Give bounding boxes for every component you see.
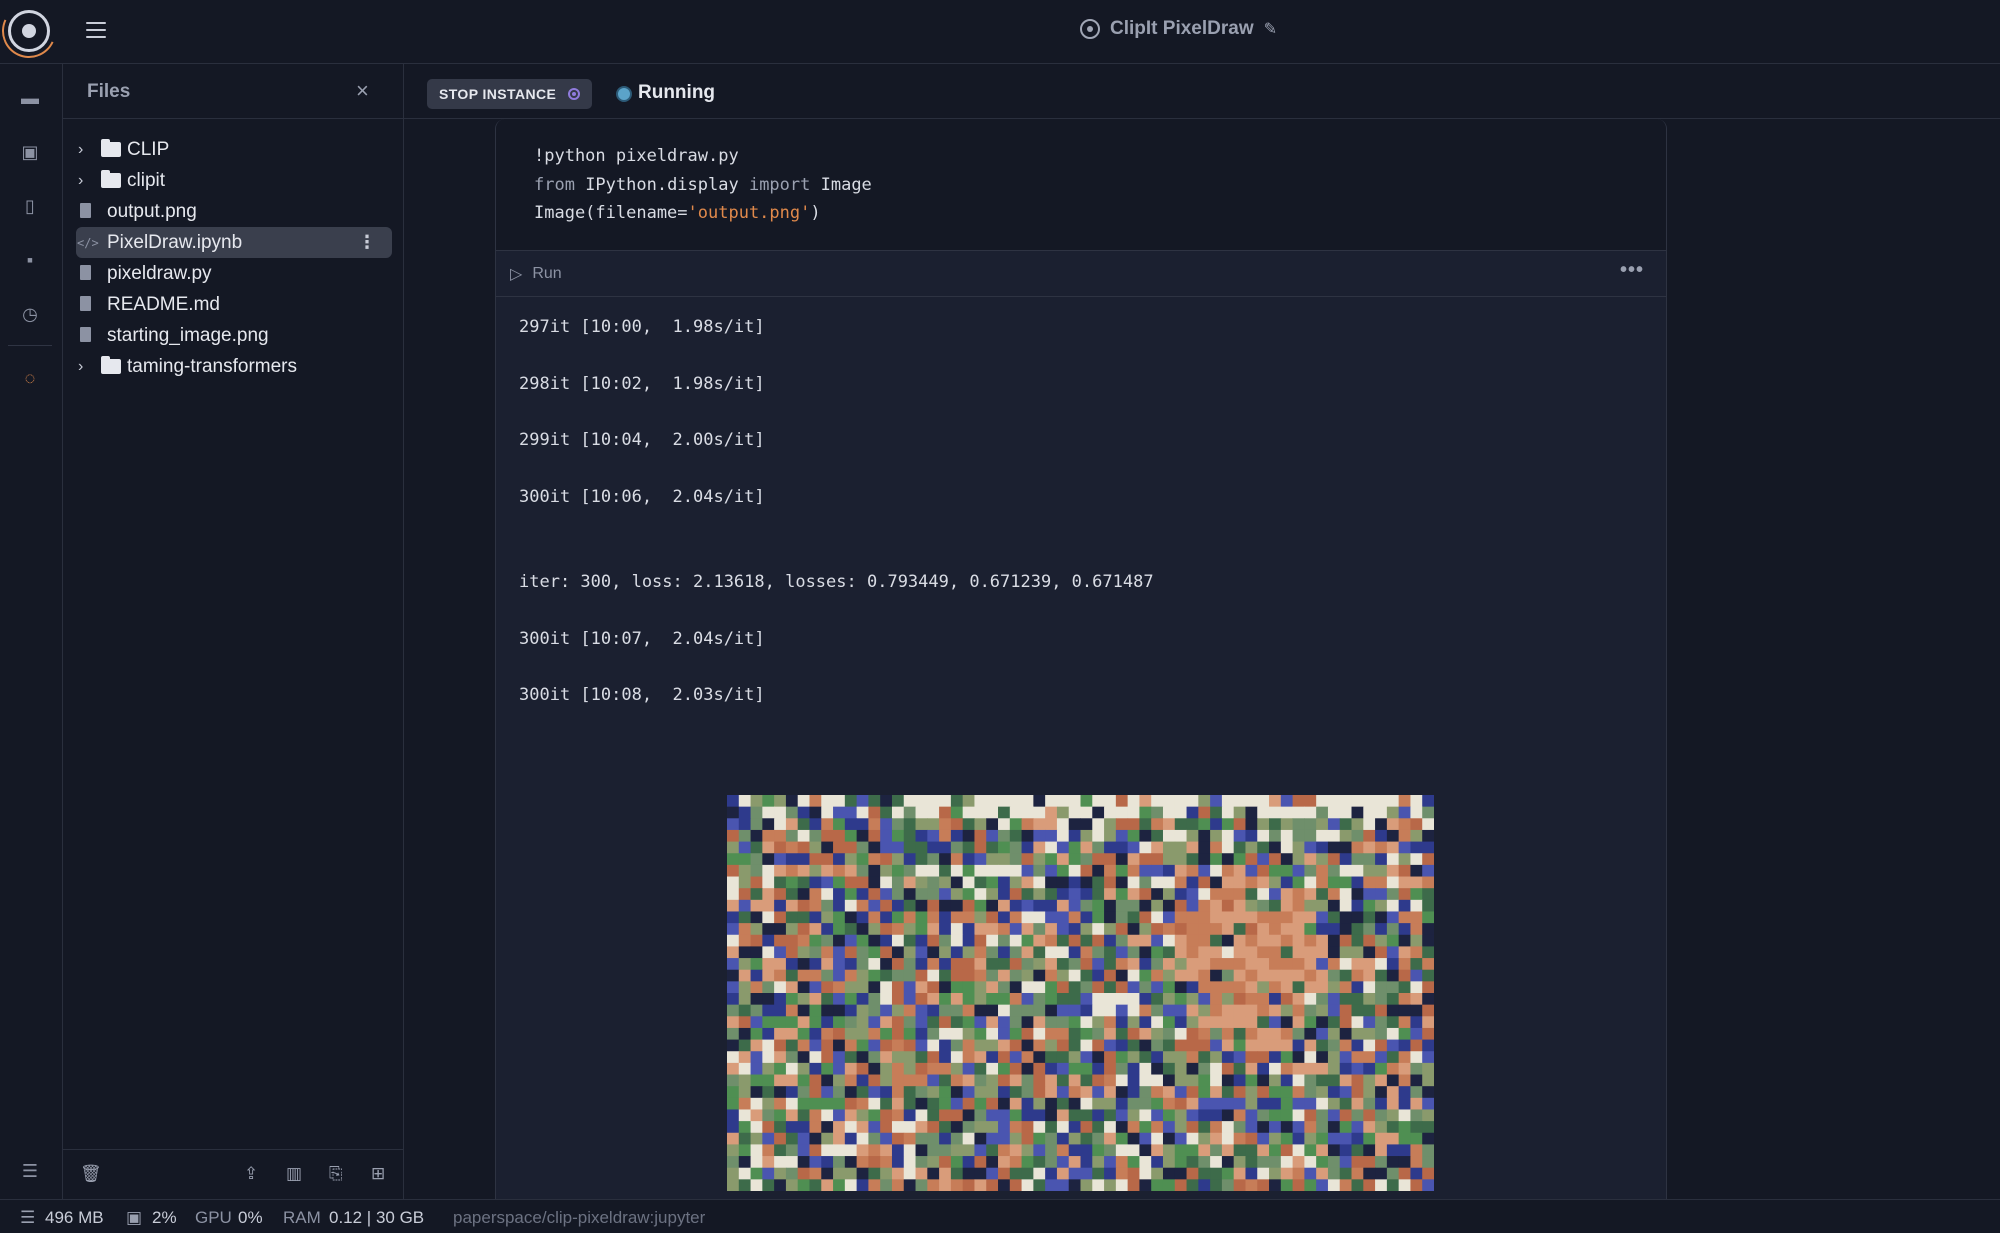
notebook-area: STOP INSTANCE Running !python pixeldraw.…	[404, 64, 2000, 1199]
code-cell[interactable]: !python pixeldraw.py from IPython.display…	[495, 119, 1667, 1199]
output-line: iter: 300, loss: 2.13618, losses: 0.7934…	[519, 572, 1154, 592]
rail-divider	[8, 345, 52, 346]
new-file-icon[interactable]: ⎘	[329, 1164, 343, 1184]
files-footer: 🗑 ⇪ ▥ ⎘ ⊞	[63, 1149, 404, 1199]
output-line: 300it [10:06, 2.04s/it]	[519, 487, 765, 507]
stop-instance-button[interactable]: STOP INSTANCE	[427, 79, 593, 109]
output-line: 300it [10:07, 2.04s/it]	[519, 629, 765, 649]
folder-icon[interactable]: ▬	[16, 84, 44, 112]
disk-icon: ☰	[20, 1208, 36, 1227]
stop-indicator-icon	[568, 88, 581, 100]
file-search-icon[interactable]: ▯	[16, 192, 44, 220]
file-item[interactable]: </> PixelDraw.ipynb ⋮	[76, 227, 392, 258]
file-label: output.png	[107, 200, 197, 222]
folder-label: taming-transformers	[127, 355, 297, 377]
ram-usage: 0.12 | 30 GB	[329, 1208, 425, 1227]
notebook-icon: </>	[77, 235, 99, 250]
file-icon	[80, 265, 91, 280]
database-icon[interactable]: ☰	[16, 1157, 44, 1185]
disk-usage: 496 MB	[45, 1208, 104, 1227]
file-item[interactable]: README.md	[63, 289, 404, 320]
edit-icon[interactable]: ✎	[1264, 19, 1277, 39]
gradient-logo-icon[interactable]	[8, 10, 50, 52]
folder-label: clipit	[127, 169, 166, 191]
sidebar-rail: ▬ ▣ ▯ ▪ ◷ ◌ ☰	[0, 64, 63, 1199]
output-line: 298it [10:02, 1.98s/it]	[519, 374, 765, 394]
menu-icon[interactable]	[86, 22, 106, 40]
notebook-title-area[interactable]: ClipIt PixelDraw ✎	[1080, 18, 1277, 40]
gpu-label: GPU	[195, 1208, 232, 1227]
ram-label: RAM	[283, 1208, 321, 1227]
running-status-icon	[616, 86, 632, 102]
chevron-right-icon[interactable]: ›	[78, 358, 83, 376]
more-vertical-icon[interactable]: ⋮	[358, 232, 376, 253]
top-bar: ClipIt PixelDraw ✎	[0, 0, 2000, 66]
stop-instance-label: STOP INSTANCE	[439, 86, 557, 102]
cpu-icon: ▣	[126, 1208, 143, 1227]
folder-item[interactable]: › clipit	[63, 165, 404, 196]
file-item[interactable]: starting_image.png	[63, 320, 404, 351]
play-icon: ▷	[510, 266, 523, 283]
instance-status: Running	[638, 82, 716, 103]
files-title: Files	[87, 81, 131, 102]
file-item[interactable]: pixeldraw.py	[63, 258, 404, 289]
output-line: 299it [10:04, 2.00s/it]	[519, 430, 765, 450]
code-editor[interactable]: !python pixeldraw.py from IPython.display…	[496, 119, 1666, 251]
folder-icon	[101, 356, 121, 374]
jupyter-icon[interactable]: ◌	[16, 364, 44, 392]
folder-item[interactable]: › taming-transformers	[63, 351, 404, 382]
container-path: paperspace/clip-pixeldraw:jupyter	[453, 1208, 706, 1227]
file-tree: › CLIP › clipit output.png </> PixelDraw.ipynb…	[63, 134, 404, 382]
trash-icon[interactable]: 🗑	[80, 1164, 102, 1184]
files-header: Files ×	[63, 64, 403, 119]
folder-icon	[101, 139, 121, 157]
file-label: README.md	[107, 293, 220, 315]
notebook-toolbar: STOP INSTANCE Running	[404, 64, 2000, 119]
code-line: Image(filename='output.png')	[534, 203, 821, 223]
new-folder-icon[interactable]: ⊞	[371, 1164, 385, 1184]
pixel-art-image	[727, 795, 1434, 1191]
code-line: !python pixeldraw.py	[534, 146, 739, 166]
file-label: starting_image.png	[107, 324, 269, 346]
notebook-title: ClipIt PixelDraw	[1110, 18, 1254, 39]
run-label: Run	[532, 265, 562, 282]
file-icon	[80, 327, 91, 342]
cell-run-bar: ▷ Run •••	[496, 251, 1666, 297]
files-panel: Files × › CLIP › clipit output.png </> PixelDr…	[63, 64, 404, 1199]
status-bar: ☰ 496 MB ▣ 2% GPU 0% RAM 0.12 | 30 GB pa…	[0, 1199, 2000, 1233]
file-icon	[80, 296, 91, 311]
terminal-icon[interactable]: ▪	[16, 246, 44, 274]
file-label: pixeldraw.py	[107, 262, 212, 284]
chevron-right-icon[interactable]: ›	[78, 172, 83, 190]
close-icon[interactable]: ×	[356, 78, 369, 104]
cpu-icon[interactable]: ▣	[16, 138, 44, 166]
notebook-status-icon	[1080, 19, 1100, 39]
clock-icon[interactable]: ◷	[16, 300, 44, 328]
file-label: PixelDraw.ipynb	[107, 231, 243, 253]
more-options-icon[interactable]: •••	[1620, 259, 1644, 282]
chevron-right-icon[interactable]: ›	[78, 141, 83, 159]
code-line: from IPython.display import Image	[534, 174, 872, 195]
cpu-usage: 2%	[152, 1208, 177, 1227]
folder-label: CLIP	[127, 138, 170, 160]
output-line: 297it [10:00, 1.98s/it]	[519, 317, 765, 337]
file-icon	[80, 203, 91, 218]
folder-icon	[101, 170, 121, 188]
output-image	[727, 795, 1434, 1191]
book-icon[interactable]: ▥	[286, 1164, 302, 1184]
run-button[interactable]: ▷ Run	[510, 264, 562, 284]
file-item[interactable]: output.png	[63, 196, 404, 227]
folder-item[interactable]: › CLIP	[63, 134, 404, 165]
output-line: 300it [10:08, 2.03s/it]	[519, 685, 765, 705]
upload-icon[interactable]: ⇪	[244, 1164, 258, 1184]
gpu-usage: 0%	[238, 1208, 263, 1227]
